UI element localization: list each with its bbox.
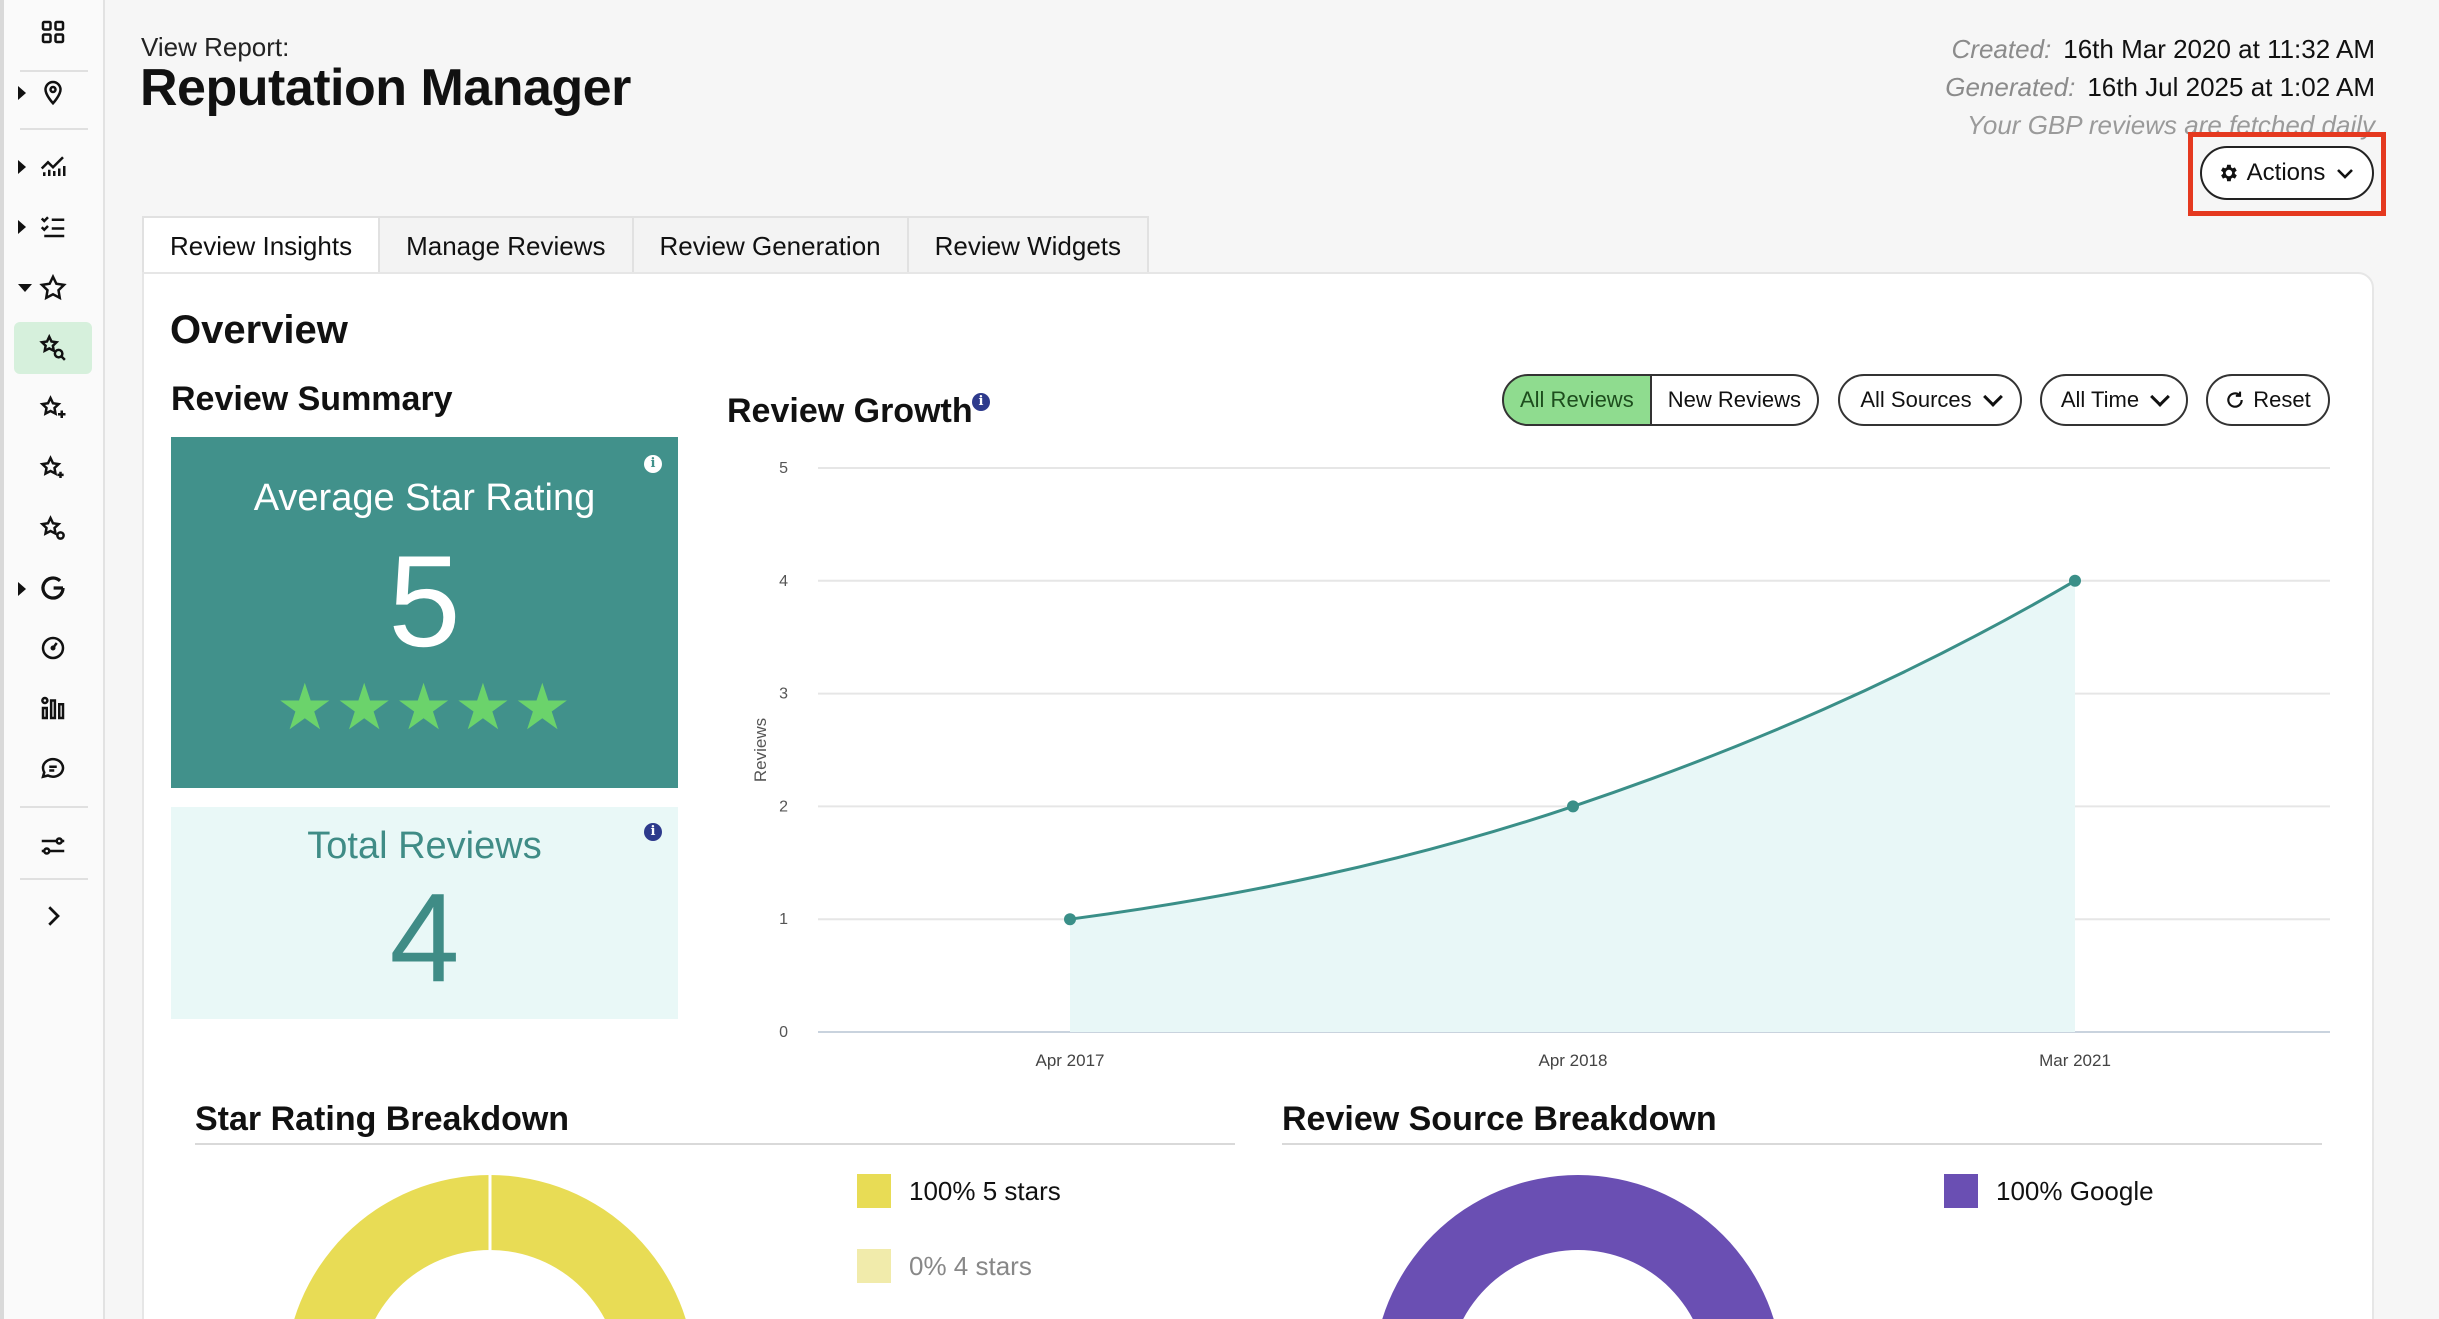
star-sparkle-icon[interactable]	[14, 382, 92, 434]
info-icon[interactable]: i	[644, 455, 662, 473]
tab-review-insights[interactable]: Review Insights	[142, 216, 381, 274]
review-growth-chart: 0 1 2 3 4 5 Reviews Apr 2017 Apr 2018 Mar 2021	[751, 460, 2330, 1070]
reset-button[interactable]: Reset	[2206, 374, 2330, 426]
star-rating-donut	[294, 1175, 686, 1319]
y-tick-label: 5	[779, 460, 788, 477]
report-tabs: Review Insights Manage Reviews Review Ge…	[142, 216, 1150, 274]
y-tick-label: 4	[779, 573, 788, 590]
gear-icon	[2220, 164, 2237, 182]
review-source-donut	[1382, 1175, 1774, 1319]
donut-slice-google	[1382, 1175, 1774, 1319]
chevron-down-icon	[2150, 386, 2171, 407]
star-gear-icon[interactable]	[14, 502, 92, 554]
analytics-icon[interactable]	[14, 140, 92, 192]
section-divider	[195, 1143, 1235, 1145]
new-reviews-toggle[interactable]: New Reviews	[1651, 374, 1819, 426]
location-pin-icon[interactable]	[14, 66, 92, 118]
review-growth-title: Review Growth	[727, 392, 973, 430]
y-tick-label: 3	[779, 686, 788, 703]
legend-5-stars-label: 100% 5 stars	[909, 1175, 1061, 1206]
legend-google-label: 100% Google	[1996, 1175, 2154, 1206]
star-search-icon[interactable]	[14, 322, 92, 374]
total-reviews-card: Total Reviews 4 i	[171, 807, 678, 1019]
chat-bubble-icon[interactable]	[14, 742, 92, 794]
tab-manage-reviews[interactable]: Manage Reviews	[378, 216, 634, 274]
grid-icon[interactable]	[14, 6, 92, 58]
chevron-down-icon	[1982, 386, 2003, 407]
average-rating-value: 5	[388, 528, 461, 674]
data-point	[1567, 800, 1579, 813]
legend-5-stars: 100% 5 stars	[857, 1174, 1061, 1208]
legend-4-stars: 0% 4 stars	[857, 1249, 1032, 1283]
bar-chart-icon[interactable]	[14, 682, 92, 734]
data-point	[2069, 574, 2081, 587]
sidebar	[0, 0, 105, 1319]
report-meta: Created: 16th Mar 2020 at 11:32 AM Genera…	[1945, 30, 2375, 144]
chevron-down-icon	[2337, 169, 2354, 179]
x-tick-label: Apr 2018	[1539, 1051, 1608, 1070]
star-icon[interactable]	[14, 262, 92, 314]
all-reviews-toggle[interactable]: All Reviews	[1502, 374, 1652, 426]
google-icon[interactable]	[14, 562, 92, 614]
donut-slice-5-stars	[294, 1175, 490, 1319]
x-tick-label: Mar 2021	[2039, 1051, 2111, 1070]
y-tick-label: 2	[779, 798, 788, 815]
average-rating-label: Average Star Rating	[253, 477, 596, 519]
overview-title: Overview	[170, 308, 348, 352]
legend-swatch	[1944, 1174, 1978, 1208]
donut-slice-5-stars	[490, 1175, 686, 1319]
rating-stars: ★★★★★	[276, 671, 573, 743]
tab-review-generation[interactable]: Review Generation	[631, 216, 909, 274]
reset-label: Reset	[2253, 387, 2311, 412]
created-label: Created:	[1951, 34, 2052, 64]
total-reviews-label: Total Reviews	[307, 825, 542, 867]
sliders-icon[interactable]	[14, 820, 92, 872]
sidebar-divider	[20, 128, 88, 130]
sources-dropdown[interactable]: All Sources	[1838, 374, 2022, 426]
legend-google: 100% Google	[1944, 1174, 2154, 1208]
y-axis-label: Reviews	[751, 718, 770, 782]
review-source-breakdown-title: Review Source Breakdown	[1282, 1100, 1717, 1138]
actions-label: Actions	[2246, 159, 2326, 186]
sidebar-divider	[20, 878, 88, 880]
star-plus-icon[interactable]	[14, 442, 92, 494]
x-tick-label: Apr 2017	[1036, 1051, 1105, 1070]
gauge-icon[interactable]	[14, 622, 92, 674]
time-range-dropdown[interactable]: All Time	[2040, 374, 2188, 426]
checklist-icon[interactable]	[14, 200, 92, 252]
data-point	[1064, 913, 1076, 926]
review-summary-title: Review Summary	[171, 380, 453, 418]
average-rating-card: Average Star Rating 5 ★★★★★ i	[171, 437, 678, 788]
info-icon[interactable]: i	[972, 393, 990, 411]
section-divider	[1282, 1143, 2322, 1145]
actions-button[interactable]: Actions	[2200, 146, 2374, 200]
generated-value: 16th Jul 2025 at 1:02 AM	[2087, 72, 2375, 102]
info-icon[interactable]: i	[644, 823, 662, 841]
time-range-label: All Time	[2060, 387, 2140, 412]
sidebar-divider	[20, 806, 88, 808]
refresh-icon	[2227, 391, 2244, 408]
generated-label: Generated:	[1945, 72, 2076, 102]
created-value: 16th Mar 2020 at 11:32 AM	[2063, 34, 2375, 64]
legend-swatch	[857, 1249, 891, 1283]
star-rating-breakdown-title: Star Rating Breakdown	[195, 1100, 570, 1138]
legend-swatch	[857, 1174, 891, 1208]
y-tick-label: 1	[779, 911, 788, 928]
sources-label: All Sources	[1860, 387, 1972, 412]
tab-review-widgets[interactable]: Review Widgets	[906, 216, 1150, 274]
legend-4-stars-label: 0% 4 stars	[909, 1250, 1032, 1281]
total-reviews-value: 4	[389, 867, 460, 1008]
review-type-toggle: All Reviews New Reviews	[1502, 374, 1819, 426]
y-tick-label: 0	[779, 1024, 788, 1041]
page-title: Reputation Manager	[140, 59, 631, 117]
chevron-right-icon[interactable]	[14, 890, 92, 942]
